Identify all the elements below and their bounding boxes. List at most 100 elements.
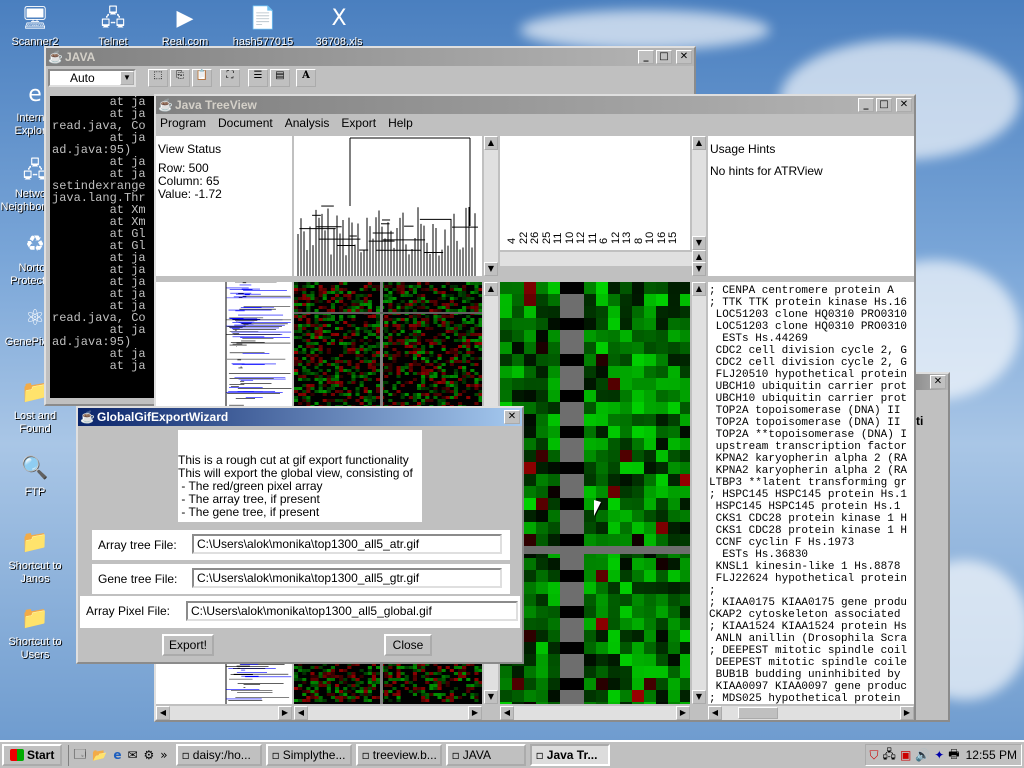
gene-name-row[interactable]: TOP2A **topoisomerase (DNA) I: [709, 429, 914, 441]
minimize-icon[interactable]: _: [858, 98, 874, 112]
gene-name-row[interactable]: CKS1 CDC28 protein kinase 1 H: [709, 513, 914, 525]
gif-export-wizard[interactable]: ☕ GlobalGifExportWizard ✕ This is a roug…: [76, 406, 524, 664]
task-button[interactable]: ▫ Java Tr...: [529, 744, 610, 766]
scroll-down-icon[interactable]: ▼: [692, 236, 706, 250]
gene-name-row[interactable]: UBCH10 ubiquitin carrier prot: [709, 393, 914, 405]
font-size-select[interactable]: Auto ▼: [48, 69, 136, 87]
background-icon[interactable]: ▤: [270, 69, 290, 87]
printer-icon[interactable]: 🖶: [948, 745, 959, 766]
scroll-right-icon[interactable]: ▶: [278, 706, 292, 720]
menu-export[interactable]: Export: [341, 116, 376, 130]
menu-analysis[interactable]: Analysis: [285, 116, 330, 130]
gene-name-row[interactable]: ; KIAA1524 KIAA1524 protein Hs: [709, 621, 914, 633]
gene-name-row[interactable]: CKAP2 cytoskeleton associated: [709, 609, 914, 621]
task-button[interactable]: ▫ JAVA: [445, 744, 526, 766]
start-button[interactable]: Start: [2, 744, 63, 766]
close-icon[interactable]: ✕: [504, 410, 520, 424]
chevron-icon[interactable]: »: [160, 748, 167, 762]
scroll-left-icon[interactable]: ◀: [294, 706, 308, 720]
gene-name-row[interactable]: FLJ20510 hypothetical protein: [709, 369, 914, 381]
gene-name-row[interactable]: KPNA2 karyopherin alpha 2 (RA: [709, 453, 914, 465]
desktop-icon[interactable]: 📁 Shortcut to Users: [0, 602, 70, 662]
gene-name-row[interactable]: LTBP3 **latent transforming gr: [709, 477, 914, 489]
gene-name-row[interactable]: KIAA0097 KIAA0097 gene produc: [709, 681, 914, 693]
close-button[interactable]: Close: [384, 634, 432, 656]
gene-name-row[interactable]: KPNA2 karyopherin alpha 2 (RA: [709, 465, 914, 477]
array-labels-scrollbar[interactable]: ▲ ▼: [692, 136, 706, 250]
array-label[interactable]: 12: [610, 232, 622, 244]
gene-tree-file-input[interactable]: C:\Users\alok\monika\top1300_all5_gtr.gi…: [192, 568, 502, 588]
gene-name-row[interactable]: DEEPEST mitotic spindle coile: [709, 657, 914, 669]
desktop-icon[interactable]: X 36708.xls: [304, 2, 374, 49]
global-hscrollbar[interactable]: ◀ ▶: [294, 706, 482, 720]
desktop-icon[interactable]: ▶ Real.com: [150, 2, 220, 49]
copy-icon[interactable]: ⎘: [170, 69, 190, 87]
desktop-icon[interactable]: 🖧 Telnet: [78, 2, 148, 49]
array-label[interactable]: 11: [587, 233, 599, 244]
array-label[interactable]: 8: [633, 238, 645, 244]
array-tree-panel[interactable]: [294, 136, 482, 276]
fullscreen-icon[interactable]: ⛶: [220, 69, 240, 87]
task-button[interactable]: ▫ daisy:/ho...: [175, 744, 262, 766]
gene-name-row[interactable]: ; MDS025 hypothetical protein: [709, 693, 914, 704]
outlook-icon[interactable]: ✉: [127, 748, 137, 762]
array-label[interactable]: 13: [621, 232, 633, 244]
scroll-down-icon[interactable]: ▼: [692, 262, 706, 276]
menu-help[interactable]: Help: [388, 116, 413, 130]
gene-name-row[interactable]: CDC2 cell division cycle 2, G: [709, 345, 914, 357]
scroll-right-icon[interactable]: ▶: [468, 706, 482, 720]
gene-name-row[interactable]: HSPC145 HSPC145 protein Hs.1: [709, 501, 914, 513]
desktop-icon[interactable]: 🖥 Scanner2: [0, 2, 70, 49]
scroll-thumb[interactable]: [738, 707, 778, 719]
scroll-up-icon[interactable]: ▲: [692, 282, 706, 296]
desktop-icon[interactable]: 📄 hash577015: [228, 2, 298, 49]
array-label[interactable]: 12: [575, 232, 587, 244]
array-label[interactable]: 4: [506, 238, 518, 244]
array-tree-file-input[interactable]: C:\Users\alok\monika\top1300_all5_atr.gi…: [192, 534, 502, 554]
array-labels-scrollbar-2[interactable]: ▲ ▼: [692, 250, 706, 276]
gene-names-hscrollbar[interactable]: ◀ ▶: [708, 706, 914, 720]
array-tree-scrollbar[interactable]: ▲ ▼: [484, 136, 498, 276]
scroll-up-icon[interactable]: ▲: [484, 136, 498, 150]
zoom-view-panel[interactable]: [500, 282, 690, 704]
minimize-icon[interactable]: _: [638, 50, 654, 64]
gene-name-row[interactable]: TOP2A topoisomerase (DNA) II: [709, 405, 914, 417]
array-label[interactable]: 6: [598, 238, 610, 244]
close-icon[interactable]: ✕: [676, 50, 692, 64]
gene-name-row[interactable]: CCNF cyclin F Hs.1973: [709, 537, 914, 549]
scroll-left-icon[interactable]: ◀: [156, 706, 170, 720]
network-icon[interactable]: 🖧: [883, 745, 896, 766]
shield-icon[interactable]: ⛉: [870, 748, 879, 763]
gene-names-panel[interactable]: ; CENPA centromere protein A; TTK TTK pr…: [708, 282, 914, 704]
task-button[interactable]: ▫ Simplythe...: [265, 744, 352, 766]
wizard-titlebar[interactable]: ☕ GlobalGifExportWizard ✕: [78, 408, 522, 426]
gene-name-row[interactable]: ; KIAA0175 KIAA0175 gene produ: [709, 597, 914, 609]
volume-icon[interactable]: 🔊: [915, 748, 930, 762]
gene-name-row[interactable]: CKS1 CDC28 protein kinase 1 H: [709, 525, 914, 537]
array-pixel-file-input[interactable]: C:\Users\alok\monika\top1300_all5_global…: [186, 601, 518, 621]
chevron-down-icon[interactable]: ▼: [120, 71, 134, 85]
scroll-right-icon[interactable]: ▶: [676, 706, 690, 720]
array-label[interactable]: 26: [529, 232, 541, 244]
array-labels-panel[interactable]: 4 22 26 25 11 10 12 11 6 12 13 8 10 16 15: [500, 136, 690, 250]
properties-icon[interactable]: ☰: [248, 69, 268, 87]
internet-explorer-icon[interactable]: e: [113, 748, 121, 762]
font-icon[interactable]: A: [296, 69, 316, 87]
maximize-icon[interactable]: □: [656, 50, 672, 64]
scroll-right-icon[interactable]: ▶: [900, 706, 914, 720]
export-button[interactable]: Export!: [162, 634, 214, 656]
scroll-left-icon[interactable]: ◀: [500, 706, 514, 720]
gene-name-row[interactable]: LOC51203 clone HQ0310 PRO0310: [709, 321, 914, 333]
gene-name-row[interactable]: ; TTK TTK protein kinase Hs.16: [709, 297, 914, 309]
array-labels-hscrollbar[interactable]: [500, 252, 706, 266]
gene-name-row[interactable]: ANLN anillin (Drosophila Scra: [709, 633, 914, 645]
zoom-view-scrollbar[interactable]: ▲ ▼: [692, 282, 706, 704]
gene-name-row[interactable]: UBCH10 ubiquitin carrier prot: [709, 381, 914, 393]
gene-name-row[interactable]: ; DEEPEST mitotic spindle coil: [709, 645, 914, 657]
gene-name-row[interactable]: ;: [709, 585, 914, 597]
gene-name-row[interactable]: LOC51203 clone HQ0310 PRO0310: [709, 309, 914, 321]
gene-name-row[interactable]: TOP2A topoisomerase (DNA) II: [709, 417, 914, 429]
gene-name-row[interactable]: ESTs Hs.36830: [709, 549, 914, 561]
show-desktop-icon[interactable]: 🗔: [73, 745, 86, 766]
zoom-hscrollbar[interactable]: ◀ ▶: [500, 706, 690, 720]
